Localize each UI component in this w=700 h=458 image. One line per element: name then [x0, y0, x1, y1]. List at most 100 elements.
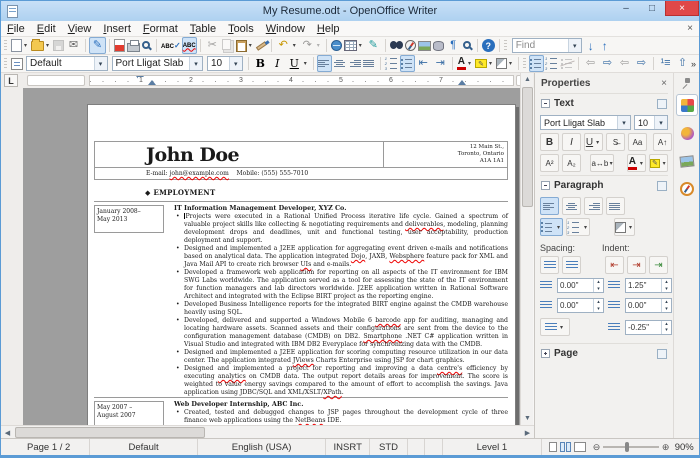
zoom-slider[interactable]: ⊖ ⊕ — [593, 439, 670, 455]
character-spacing-button[interactable]: a↔b ▾ — [590, 154, 614, 172]
minimize-button[interactable]: – — [613, 1, 639, 16]
zoom-out-icon[interactable]: ⊖ — [593, 442, 601, 453]
export-pdf-button[interactable] — [113, 37, 126, 54]
toolbar-grip[interactable] — [4, 39, 7, 52]
find-input[interactable]: Find ▾ — [511, 38, 582, 53]
close-document-icon[interactable]: × — [687, 23, 693, 34]
menu-insert[interactable]: Insert — [97, 22, 137, 36]
find-toolbar-grip[interactable] — [503, 39, 507, 52]
status-language[interactable]: English (USA) — [198, 439, 327, 455]
auto-spellcheck-button[interactable]: ABC — [181, 37, 197, 54]
chevron-down-icon[interactable]: ▾ — [228, 57, 242, 70]
bullets-on-off-button[interactable] — [529, 55, 544, 72]
copy-button[interactable] — [221, 37, 235, 54]
align-right-button[interactable] — [347, 55, 362, 72]
demote-button[interactable]: ⇨ — [599, 55, 616, 72]
status-page-number[interactable]: Page 1 / 2 — [1, 439, 90, 455]
sidebar-align-right-button[interactable] — [584, 197, 603, 215]
underline-button[interactable]: U ▾ — [286, 55, 310, 72]
collapse-icon[interactable] — [541, 181, 550, 190]
status-page-style[interactable]: Default — [90, 439, 199, 455]
promote-subpoints-button[interactable]: ⇦ — [616, 55, 633, 72]
gallery-button[interactable] — [417, 37, 432, 54]
scroll-down-arrow[interactable]: ▼ — [521, 412, 534, 425]
superscript-button[interactable]: A² — [540, 154, 559, 172]
align-justify-button[interactable] — [362, 55, 377, 72]
paragraph-section-header[interactable]: Paragraph — [540, 175, 668, 194]
help-button[interactable]: ? — [481, 37, 496, 54]
maximize-button[interactable]: □ — [639, 1, 665, 16]
toolbar-grip[interactable] — [4, 57, 7, 70]
status-insert-mode[interactable]: INSRT — [326, 439, 371, 455]
decrease-spacing-button[interactable] — [562, 256, 581, 274]
chevron-down-icon[interactable]: ▾ — [302, 60, 309, 67]
numbering-on-off-button[interactable]: 123 — [544, 55, 560, 72]
scroll-up-arrow[interactable]: ▲ — [521, 73, 534, 86]
left-indent-marker[interactable] — [148, 80, 156, 85]
bold-button[interactable]: B — [252, 55, 269, 72]
redo-button[interactable]: ↷ ▾ — [299, 37, 323, 54]
email-button[interactable]: ✉ — [65, 37, 82, 54]
spinner[interactable]: ▴ ▾ — [593, 299, 603, 312]
status-empty-1[interactable] — [408, 439, 426, 455]
save-button[interactable] — [52, 37, 65, 54]
sidebar-bold-button[interactable]: B — [540, 133, 559, 151]
spinner[interactable]: ▴ ▾ — [661, 320, 671, 334]
expand-icon[interactable] — [541, 349, 550, 358]
single-page-view-button[interactable] — [548, 442, 557, 452]
bullet-list-button[interactable] — [399, 55, 415, 72]
spinner[interactable]: ▴ ▾ — [593, 279, 603, 292]
subscript-button[interactable]: A₂ — [562, 154, 581, 172]
status-selection-mode[interactable]: STD — [370, 439, 408, 455]
align-center-button[interactable] — [332, 55, 347, 72]
email-link[interactable]: john@example.com — [170, 170, 229, 177]
chevron-down-icon[interactable]: ▾ — [357, 42, 364, 49]
vertical-scroll-thumb[interactable] — [522, 87, 533, 207]
highlighting-button[interactable]: ✎ ▾ — [474, 55, 495, 72]
chevron-down-icon[interactable]: ▾ — [466, 60, 473, 67]
switch-indent-button[interactable]: ⇥ — [649, 256, 668, 274]
tab-styles[interactable] — [677, 123, 697, 143]
right-indent-marker[interactable] — [458, 80, 466, 85]
chevron-down-icon[interactable]: ▾ — [507, 60, 514, 67]
chevron-down-icon[interactable]: ▾ — [654, 116, 667, 129]
dialog-launcher-icon[interactable] — [657, 180, 667, 191]
vertical-scrollbar[interactable]: ▲ ▼ — [520, 73, 533, 425]
increase-indent-button[interactable]: ⇥ — [432, 55, 449, 72]
print-button[interactable] — [126, 37, 141, 54]
font-size-combo[interactable]: 10 ▾ — [206, 56, 243, 71]
menu-file[interactable]: File — [1, 22, 31, 36]
spinner[interactable]: ▴ ▾ — [661, 299, 671, 312]
background-color-button[interactable]: ▾ — [495, 55, 515, 72]
menu-help[interactable]: Help — [311, 22, 346, 36]
tab-navigator[interactable] — [677, 179, 697, 199]
chevron-down-icon[interactable]: ▾ — [487, 60, 494, 67]
italic-button[interactable]: I — [269, 55, 286, 72]
spelling-button[interactable]: ABC✓ — [160, 37, 182, 54]
chevron-down-icon[interactable]: ▾ — [22, 42, 29, 49]
zoom-in-icon[interactable]: ⊕ — [662, 442, 670, 453]
decrease-indent-button[interactable]: ⇤ — [415, 55, 432, 72]
promote-button[interactable]: ⇦ — [582, 55, 599, 72]
zoom-button[interactable] — [462, 37, 474, 54]
sidebar-align-center-button[interactable] — [562, 197, 581, 215]
close-sidebar-icon[interactable]: × — [661, 78, 667, 89]
chevron-down-icon[interactable]: ▾ — [93, 57, 107, 70]
book-view-button[interactable] — [573, 442, 586, 452]
data-sources-button[interactable] — [432, 37, 445, 54]
status-empty-2[interactable] — [425, 439, 444, 455]
menu-view[interactable]: View — [62, 22, 98, 36]
collapse-icon[interactable] — [541, 99, 550, 108]
line-spacing-button[interactable]: ▾ — [540, 318, 570, 336]
tab-stop-selector[interactable]: L — [4, 74, 18, 87]
chevron-down-icon[interactable]: ▾ — [617, 116, 630, 129]
paragraph-style-combo[interactable]: Default ▾ — [25, 56, 108, 71]
menu-table[interactable]: Table — [184, 22, 222, 36]
dialog-launcher-icon[interactable] — [657, 98, 667, 109]
horizontal-scroll-thumb[interactable] — [15, 427, 205, 438]
chevron-down-icon[interactable]: ▾ — [44, 42, 51, 49]
increase-spacing-button[interactable] — [540, 256, 559, 274]
sidebar-underline-button[interactable]: U ▾ — [584, 133, 603, 151]
no-list-button[interactable] — [560, 55, 575, 72]
hyperlink-button[interactable] — [330, 37, 343, 54]
